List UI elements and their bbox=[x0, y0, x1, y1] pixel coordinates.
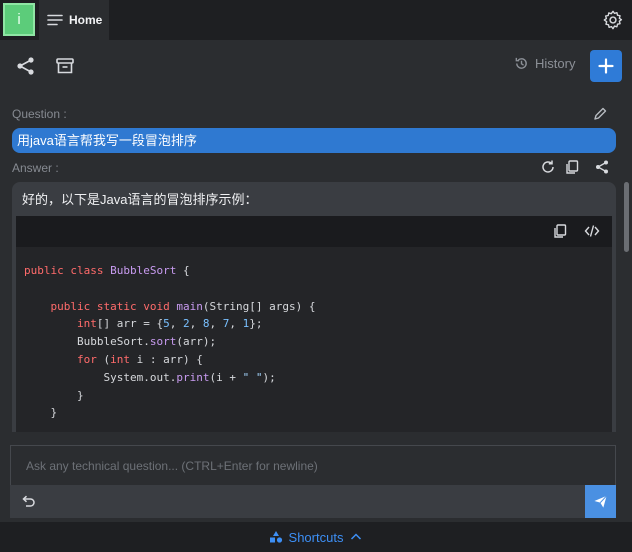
question-bubble: 用java语言帮我写一段冒泡排序 bbox=[12, 128, 616, 153]
app-logo[interactable]: i bbox=[3, 3, 35, 36]
shortcuts-toggle[interactable]: Shortcuts bbox=[0, 522, 632, 552]
input-footer bbox=[10, 485, 616, 518]
share-icon[interactable] bbox=[15, 55, 37, 77]
archive-icon[interactable] bbox=[54, 55, 76, 77]
top-bar: i Home bbox=[0, 0, 632, 40]
question-input-box[interactable] bbox=[10, 445, 616, 485]
tab-home[interactable]: Home bbox=[39, 0, 109, 40]
code-block-header bbox=[16, 216, 612, 247]
history-label: History bbox=[535, 56, 576, 71]
answer-scrollbar[interactable] bbox=[624, 182, 629, 252]
share-answer-icon[interactable] bbox=[594, 159, 610, 175]
chevron-up-icon bbox=[351, 533, 362, 540]
code-content: public class BubbleSort { public static … bbox=[24, 264, 316, 420]
new-chat-button[interactable] bbox=[590, 50, 622, 82]
copy-icon[interactable] bbox=[564, 159, 580, 175]
send-icon bbox=[594, 495, 607, 508]
answer-label: Answer : bbox=[12, 161, 59, 175]
copy-code-icon[interactable] bbox=[552, 223, 568, 239]
question-input[interactable] bbox=[11, 446, 615, 485]
plus-icon bbox=[598, 58, 614, 74]
undo-icon[interactable] bbox=[20, 493, 36, 509]
question-label: Question : bbox=[12, 107, 67, 121]
shapes-icon bbox=[269, 531, 282, 543]
code-view-icon[interactable] bbox=[584, 223, 600, 239]
tab-home-label: Home bbox=[69, 13, 103, 27]
answer-intro: 好的，以下是Java语言的冒泡排序示例： bbox=[22, 192, 258, 207]
send-button[interactable] bbox=[585, 485, 616, 518]
toolbar: History bbox=[0, 40, 632, 96]
answer-card: 好的，以下是Java语言的冒泡排序示例： public class Bubble… bbox=[12, 182, 616, 432]
edit-icon[interactable] bbox=[592, 106, 608, 122]
shortcuts-label: Shortcuts bbox=[288, 529, 344, 545]
history-icon bbox=[515, 57, 527, 69]
refresh-icon[interactable] bbox=[540, 159, 556, 175]
history-button[interactable]: History bbox=[514, 56, 575, 71]
gear-icon[interactable] bbox=[602, 9, 624, 31]
menu-icon bbox=[47, 14, 63, 26]
